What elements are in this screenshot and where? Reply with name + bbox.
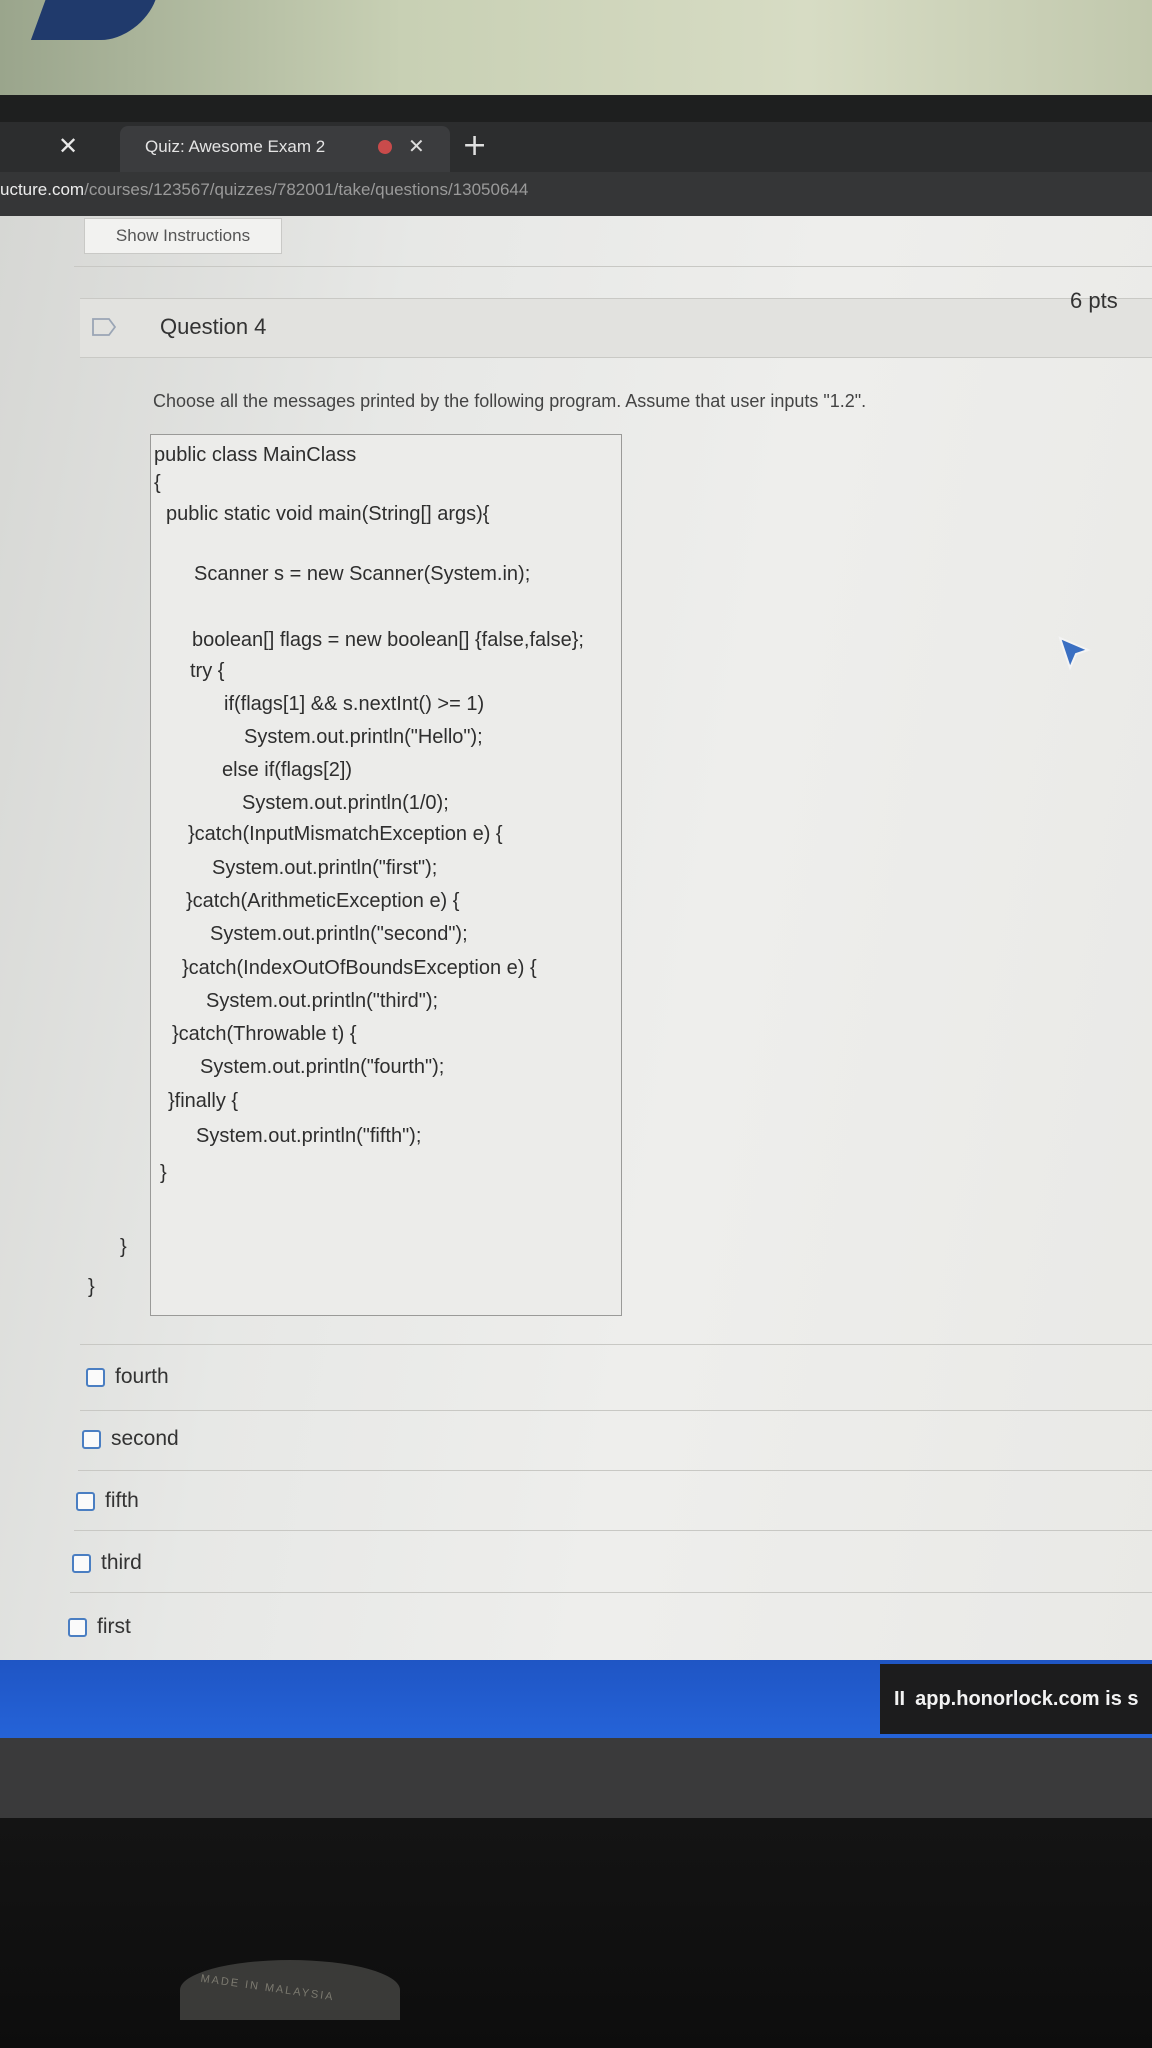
code-line: else if(flags[2]) [222,759,353,781]
answer-option-fifth[interactable]: fifth [76,1489,139,1513]
code-line: public static void main(String[] args){ [166,503,490,525]
code-line: boolean[] flags = new boolean[] {false,f… [192,629,584,651]
pause-icon: II [894,1688,906,1710]
show-instructions-button[interactable]: Show Instructions [84,218,282,254]
honorlock-notice: II app.honorlock.com is s [880,1664,1152,1734]
checkbox[interactable] [86,1367,105,1387]
answer-option-second[interactable]: second [82,1427,179,1451]
code-line: Scanner s = new Scanner(System.in); [194,563,531,585]
recording-dot-icon [378,140,392,154]
url-text[interactable]: ucture.com/courses/123567/quizzes/782001… [0,180,528,200]
code-line: System.out.println("fifth"); [196,1125,422,1147]
divider [70,1592,1152,1593]
mouse-cursor-icon [1058,636,1091,671]
divider [78,1470,1152,1471]
code-line: }catch(ArithmeticException e) { [186,890,460,912]
divider [74,1530,1152,1531]
code-line: System.out.println("third"); [206,990,439,1012]
checkbox[interactable] [72,1553,91,1573]
option-label: third [101,1551,142,1574]
new-tab-plus-icon[interactable]: + [462,128,487,163]
code-line: } [88,1276,95,1298]
code-line: }catch(InputMismatchException e) { [188,823,503,845]
code-line: try { [190,660,225,682]
option-label: fifth [105,1489,139,1512]
checkbox[interactable] [68,1617,87,1637]
code-line: System.out.println("second"); [210,923,468,945]
notice-text: app.honorlock.com is s [915,1688,1139,1710]
tab-title[interactable]: Quiz: Awesome Exam 2 [145,137,325,157]
code-line: }catch(IndexOutOfBoundsException e) { [182,957,537,979]
code-line: }catch(Throwable t) { [172,1023,357,1045]
monitor-bezel-bottom [0,1818,1152,2048]
divider [80,1410,1152,1411]
code-line: System.out.println("fourth"); [200,1056,445,1078]
option-label: first [97,1615,131,1638]
answer-option-first[interactable]: first [68,1615,131,1639]
code-line: System.out.println("Hello"); [244,726,483,748]
bookmark-icon[interactable] [92,318,116,336]
code-line: }finally { [168,1090,239,1112]
code-line: } [160,1162,167,1184]
code-line: System.out.println(1/0); [242,792,449,814]
answer-option-third[interactable]: third [72,1551,142,1575]
code-line: System.out.println("first"); [212,857,438,879]
close-icon[interactable]: ✕ [58,132,78,160]
question-points: 6 pts [1070,288,1118,313]
divider [80,1344,1152,1345]
checkbox[interactable] [82,1429,101,1449]
code-line: { [154,472,161,494]
option-label: second [111,1427,179,1450]
question-prompt: Choose all the messages printed by the f… [153,391,867,411]
divider [74,266,1152,267]
url-path: /courses/123567/quizzes/782001/take/ques… [84,180,529,199]
tab-close-icon[interactable]: ✕ [408,134,425,158]
answer-option-fourth[interactable]: fourth [86,1365,169,1389]
url-host: ucture.com [0,180,85,199]
checkbox[interactable] [76,1491,95,1511]
taskbar-area [0,1738,1152,1818]
question-title: Question 4 [160,314,267,339]
code-line: if(flags[1] && s.nextInt() >= 1) [224,693,485,715]
option-label: fourth [115,1365,169,1388]
monitor-bezel-top [0,95,1152,125]
code-line: public class MainClass [154,444,357,466]
code-line: } [120,1236,127,1258]
